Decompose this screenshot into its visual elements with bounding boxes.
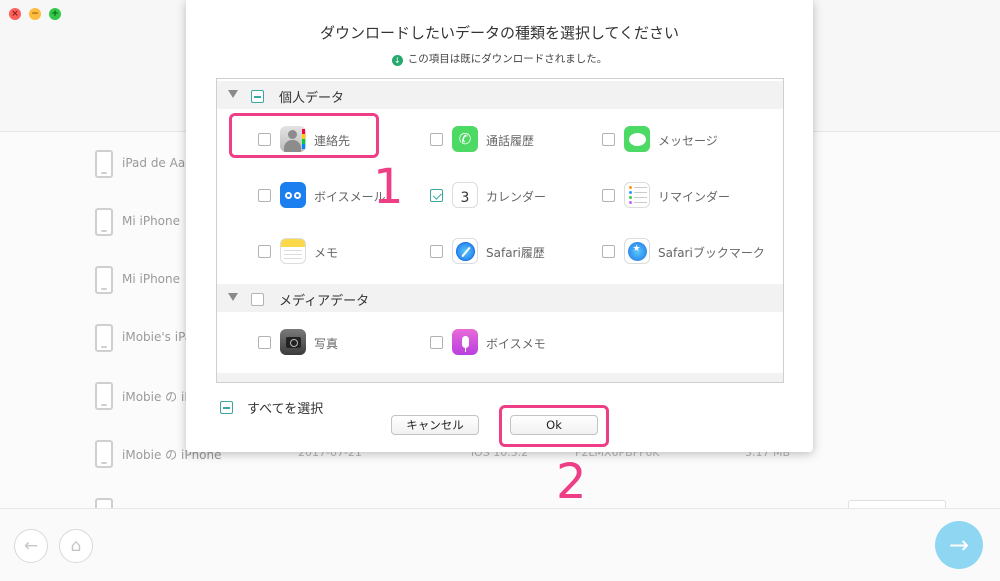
- device-name: Mi iPhone: [122, 272, 181, 286]
- disclosure-triangle-icon[interactable]: [228, 293, 238, 301]
- section-personal-checkbox[interactable]: [251, 90, 264, 103]
- select-all-label: すべてを選択: [247, 402, 324, 417]
- item-label: リマインダー: [658, 190, 731, 204]
- section-partial-row: [217, 373, 783, 382]
- section-personal-data[interactable]: 個人データ: [217, 81, 783, 109]
- minimize-window-button[interactable]: −: [29, 8, 41, 20]
- select-all-checkbox[interactable]: [220, 401, 233, 414]
- photos-checkbox[interactable]: [258, 336, 271, 349]
- download-icon: ↓: [391, 55, 403, 66]
- item-label: 写真: [314, 337, 339, 351]
- reminders-icon: [624, 182, 650, 208]
- notes-icon: [280, 238, 306, 264]
- phone-icon: ✆: [452, 126, 478, 152]
- section-label: 個人データ: [279, 91, 345, 106]
- scroll-handle[interactable]: [848, 500, 946, 508]
- item-call-history[interactable]: ✆ 通話履歴: [430, 126, 600, 154]
- item-safari-bookmarks[interactable]: Safariブックマーク: [602, 238, 772, 266]
- highlight-contacts: [229, 113, 379, 158]
- next-button[interactable]: →: [935, 521, 983, 569]
- item-label: 通話履歴: [486, 134, 535, 148]
- highlight-ok-button: [499, 405, 609, 447]
- messages-icon: [624, 126, 650, 152]
- item-label: メモ: [314, 246, 339, 260]
- home-button[interactable]: ⌂: [59, 529, 93, 563]
- back-button[interactable]: ←: [14, 529, 48, 563]
- device-icon: [95, 498, 113, 508]
- device-icon: [95, 382, 113, 410]
- select-all[interactable]: すべてを選択: [220, 398, 323, 417]
- dialog-title: ダウンロードしたいデータの種類を選択してください: [319, 24, 680, 42]
- item-voice-memos[interactable]: ボイスメモ: [430, 329, 600, 357]
- safari-bookmark-icon: [624, 238, 650, 264]
- device-icon: [95, 440, 113, 468]
- annotation-number-1: 1: [373, 159, 404, 215]
- arrow-left-icon: ←: [23, 536, 39, 556]
- device-icon: [95, 266, 113, 294]
- reminders-checkbox[interactable]: [602, 189, 615, 202]
- item-label: カレンダー: [486, 190, 547, 204]
- item-label: ボイスメモ: [486, 337, 546, 351]
- cancel-button[interactable]: キャンセル: [391, 415, 479, 435]
- messages-checkbox[interactable]: [602, 133, 615, 146]
- voicemail-checkbox[interactable]: [258, 189, 271, 202]
- device-icon: [95, 208, 113, 236]
- window-controls: × − +: [9, 8, 61, 20]
- dialog-subtitle: ↓ この項目は既にダウンロードされました。: [186, 51, 813, 66]
- device-name: Mi iPhone: [122, 214, 181, 228]
- disclosure-triangle-icon[interactable]: [228, 90, 238, 98]
- item-label: Safariブックマーク: [658, 246, 765, 260]
- device-icon: [95, 324, 113, 352]
- voice-memos-checkbox[interactable]: [430, 336, 443, 349]
- item-photos[interactable]: 写真: [258, 329, 428, 357]
- dialog-subtitle-text: この項目は既にダウンロードされました。: [407, 53, 608, 65]
- bottom-bar: [0, 508, 1000, 581]
- item-reminders[interactable]: リマインダー: [602, 182, 772, 210]
- call-history-checkbox[interactable]: [430, 133, 443, 146]
- data-type-dialog: ダウンロードしたいデータの種類を選択してください ↓ この項目は既にダウンロードさ…: [186, 0, 813, 452]
- close-window-button[interactable]: ×: [9, 8, 21, 20]
- calendar-checkbox[interactable]: [430, 189, 443, 202]
- calendar-icon-day: 3: [460, 190, 470, 206]
- item-notes[interactable]: メモ: [258, 238, 428, 266]
- camera-icon: [280, 329, 306, 355]
- annotation-number-2: 2: [556, 454, 587, 510]
- safari-icon: [452, 238, 478, 264]
- safari-history-checkbox[interactable]: [430, 245, 443, 258]
- section-media-checkbox[interactable]: [251, 293, 264, 306]
- zoom-window-button[interactable]: +: [49, 8, 61, 20]
- arrow-right-icon: →: [948, 531, 970, 559]
- calendar-icon: 3: [452, 182, 478, 208]
- item-messages[interactable]: メッセージ: [602, 126, 772, 154]
- home-icon: ⌂: [70, 536, 82, 556]
- device-icon: [95, 150, 113, 178]
- notes-checkbox[interactable]: [258, 245, 271, 258]
- item-calendar[interactable]: 3 カレンダー: [430, 182, 600, 210]
- voice-memo-icon: [452, 329, 478, 355]
- item-label: Safari履歴: [486, 246, 545, 260]
- section-media-data[interactable]: メディアデータ: [217, 284, 783, 312]
- item-label: メッセージ: [658, 134, 718, 148]
- safari-bookmarks-checkbox[interactable]: [602, 245, 615, 258]
- item-safari-history[interactable]: Safari履歴: [430, 238, 600, 266]
- section-label: メディアデータ: [279, 294, 370, 309]
- voicemail-icon: [280, 182, 306, 208]
